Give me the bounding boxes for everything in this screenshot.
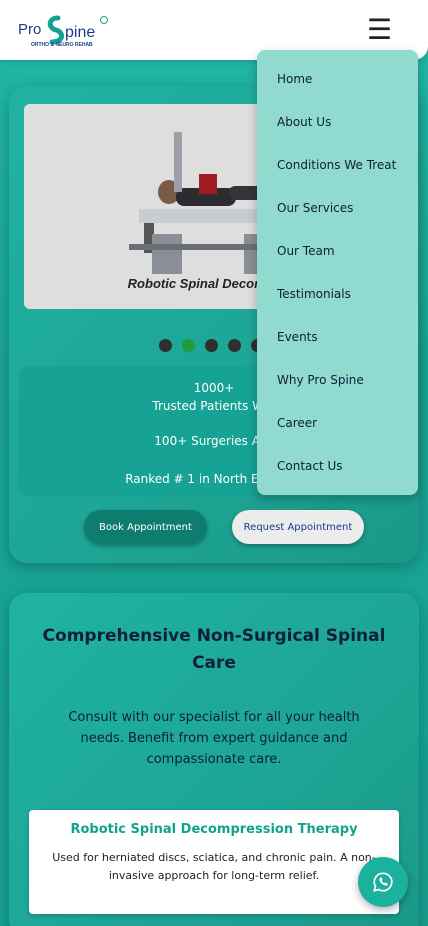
- whatsapp-icon: [373, 872, 393, 892]
- menu-item-events[interactable]: Events: [277, 329, 418, 372]
- whatsapp-button[interactable]: [358, 857, 408, 907]
- svg-text:Pro: Pro: [18, 21, 41, 38]
- menu-item-home[interactable]: Home: [277, 71, 418, 114]
- menu-item-career[interactable]: Career: [277, 415, 418, 458]
- slider-dot[interactable]: [159, 339, 172, 352]
- section-title: Comprehensive Non-Surgical Spinal Care: [42, 626, 386, 673]
- menu-item-team[interactable]: Our Team: [277, 243, 418, 286]
- request-appointment-button[interactable]: Request Appointment: [232, 510, 364, 544]
- pro-spine-logo: Pro pine ORTHO & NEURO REHAB: [18, 15, 108, 48]
- menu-item-conditions[interactable]: Conditions We Treat: [277, 157, 418, 200]
- menu-item-about-us[interactable]: About Us: [277, 114, 418, 157]
- logo[interactable]: Pro pine ORTHO & NEURO REHAB: [18, 10, 110, 50]
- svg-text:pine: pine: [65, 24, 95, 41]
- service-text: Used for herniated discs, sciatica, and …: [52, 851, 376, 882]
- menu-item-services[interactable]: Our Services: [277, 200, 418, 243]
- slider-dots: [159, 339, 264, 352]
- section-description: Consult with our specialist for all your…: [68, 710, 360, 767]
- slider-dot[interactable]: [228, 339, 241, 352]
- svg-text:ORTHO & NEURO REHAB: ORTHO & NEURO REHAB: [31, 42, 93, 48]
- slider-dot-active[interactable]: [182, 339, 195, 352]
- service-card[interactable]: Robotic Spinal Decompression Therapy Use…: [29, 810, 399, 914]
- menu-item-testimonials[interactable]: Testimonials: [277, 286, 418, 329]
- menu-item-contact-us[interactable]: Contact Us: [277, 458, 418, 501]
- service-title: Robotic Spinal Decompression Therapy: [70, 822, 358, 837]
- book-appointment-button[interactable]: Book Appointment: [84, 510, 207, 544]
- slider-dot[interactable]: [205, 339, 218, 352]
- menu-item-why-pro-spine[interactable]: Why Pro Spine: [277, 372, 418, 415]
- nav-dropdown-menu: Home About Us Conditions We Treat Our Se…: [257, 50, 418, 495]
- menu-toggle-icon[interactable]: ☰: [367, 16, 392, 44]
